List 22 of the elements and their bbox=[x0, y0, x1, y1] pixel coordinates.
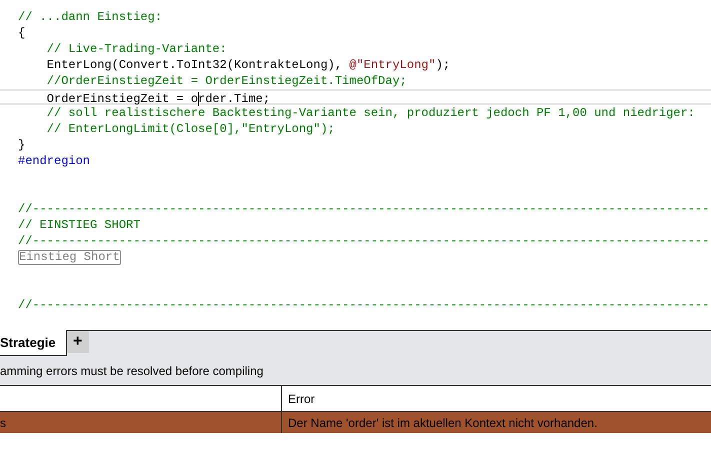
table-cell-text: Der Name 'order' ist im aktuellen Kontext nicht vorhanden. bbox=[287, 414, 598, 432]
code-line: // Live-Trading-Variante: bbox=[46, 42, 227, 56]
code-line: EnterLong(Convert.ToInt32(KontrakteLong), @"EntryLong"); bbox=[46, 58, 450, 72]
code-line: // ...dann Einstieg: bbox=[18, 10, 162, 24]
code-line: //---------------------------------------------------------------------------------------------- bbox=[18, 202, 710, 216]
code-line: #endregion bbox=[18, 154, 90, 168]
add-tab-button[interactable]: + bbox=[66, 331, 89, 353]
table-cell: s bbox=[0, 412, 282, 433]
tab[interactable]: Strategie bbox=[0, 330, 67, 356]
collapsed-region[interactable]: Einstieg Short bbox=[18, 250, 121, 265]
code-line: //---------------------------------------------------------------------------------------------- bbox=[18, 234, 710, 248]
column-header: Error bbox=[287, 390, 316, 408]
status-message: amming errors must be resolved before compiling bbox=[0, 363, 264, 380]
code-line: } bbox=[18, 138, 26, 152]
code-line: // soll realistischere Backtesting-Variante sein, produziert jedoch PF 1,00 und niedriger: bbox=[46, 106, 695, 120]
code-line: { bbox=[18, 26, 26, 40]
code-line: // EINSTIEG SHORT bbox=[18, 218, 140, 232]
error-row[interactable]: s Der Name 'order' ist im aktuellen Kontext nicht vorhanden. bbox=[0, 412, 711, 433]
code-line: // EnterLongLimit(Close[0],"EntryLong"); bbox=[46, 122, 335, 136]
current-code-line: OrderEinstiegZeit = order.Time; bbox=[46, 92, 270, 106]
code-line: //---------------------------------------------------------------------------------------------- bbox=[18, 298, 710, 312]
code-line: //OrderEinstiegZeit = OrderEinstiegZeit.TimeOfDay; bbox=[46, 74, 407, 88]
